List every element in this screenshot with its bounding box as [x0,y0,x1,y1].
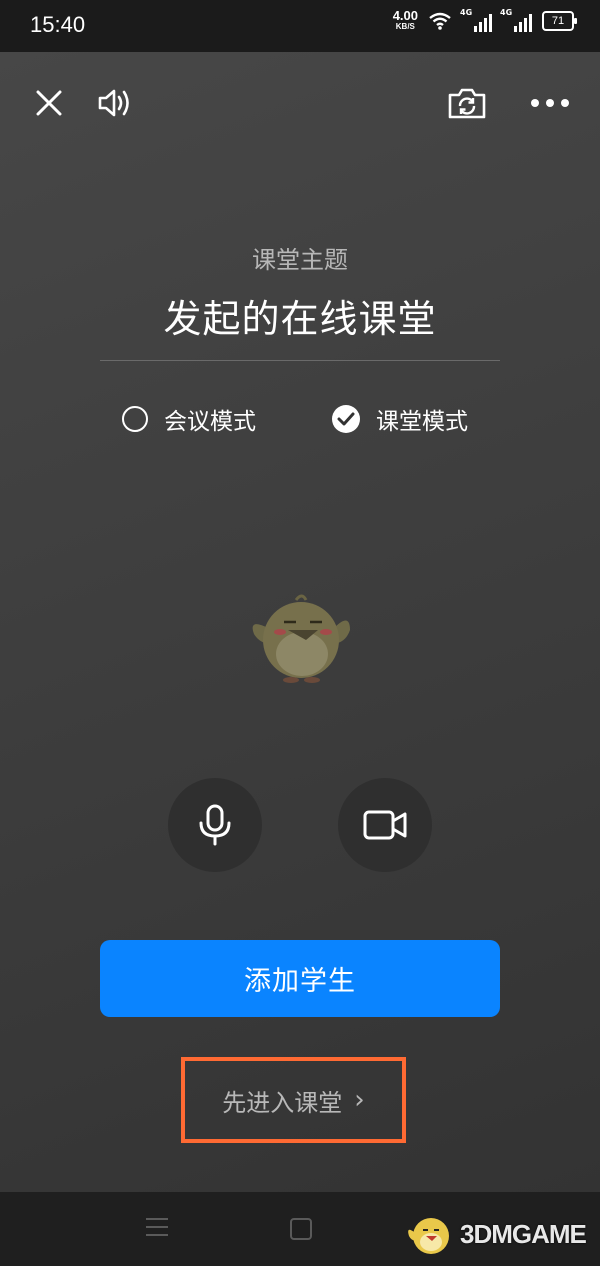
classroom-mode-option[interactable]: 课堂模式 [332,402,468,436]
speaker-icon [98,89,129,117]
status-time: 15:40 [30,12,86,37]
mascot-logo-icon [408,1218,449,1254]
status-indicators: 4.00 KB/S 4G 4G 71 [392,8,577,32]
classroom-setup-screen: 课堂主题 发起的在线课堂 会议模式 课堂模式 添加学生 先进入课堂 › [0,52,600,1192]
signal-4g-icon-1: 4G [460,8,492,32]
more-icon [531,99,569,107]
add-students-button[interactable]: 添加学生 [100,940,500,1017]
network-speed-value: 4.00 [392,8,418,23]
topic-label: 课堂主题 [252,246,348,274]
check-icon [337,412,355,426]
close-icon [36,90,62,116]
meeting-mode-option[interactable]: 会议模式 [122,402,256,436]
camera-switch-icon [448,88,486,119]
nav-home-button[interactable] [290,1218,312,1240]
nav-menu-button[interactable] [146,1218,168,1242]
mascot-avatar [252,594,350,683]
speaker-button[interactable] [96,84,134,122]
signal-4g-icon-2: 4G [500,8,532,32]
topic-underline [100,360,500,361]
switch-camera-button[interactable] [446,82,488,124]
classroom-mode-label: 课堂模式 [376,409,468,435]
close-button[interactable] [32,86,66,120]
signal-label-2: 4G [500,8,513,17]
battery-indicator: 71 [542,11,577,31]
microphone-toggle[interactable] [168,778,262,872]
classroom-mode-radio[interactable] [332,405,360,433]
wifi-icon [429,12,451,30]
meeting-mode-label: 会议模式 [164,409,256,435]
watermark-text: 3DMGAME [460,1218,587,1249]
topic-title-input[interactable]: 发起的在线课堂 [100,288,500,343]
network-speed-unit: KB/S [395,22,415,31]
meeting-mode-radio[interactable] [122,406,148,432]
video-camera-icon [363,810,407,840]
network-speed: 4.00 KB/S [392,8,418,32]
more-button[interactable] [528,88,572,118]
enter-classroom-label: 先进入课堂 [222,1088,343,1117]
signal-label-1: 4G [460,8,473,17]
microphone-icon [199,804,231,846]
camera-toggle[interactable] [338,778,432,872]
enter-classroom-link[interactable]: 先进入课堂 › [181,1057,406,1143]
status-bar: 15:40 4.00 KB/S 4G 4G 71 [0,0,600,52]
chevron-right-icon: › [354,1085,365,1115]
watermark: 3DMGAME [406,1212,587,1256]
